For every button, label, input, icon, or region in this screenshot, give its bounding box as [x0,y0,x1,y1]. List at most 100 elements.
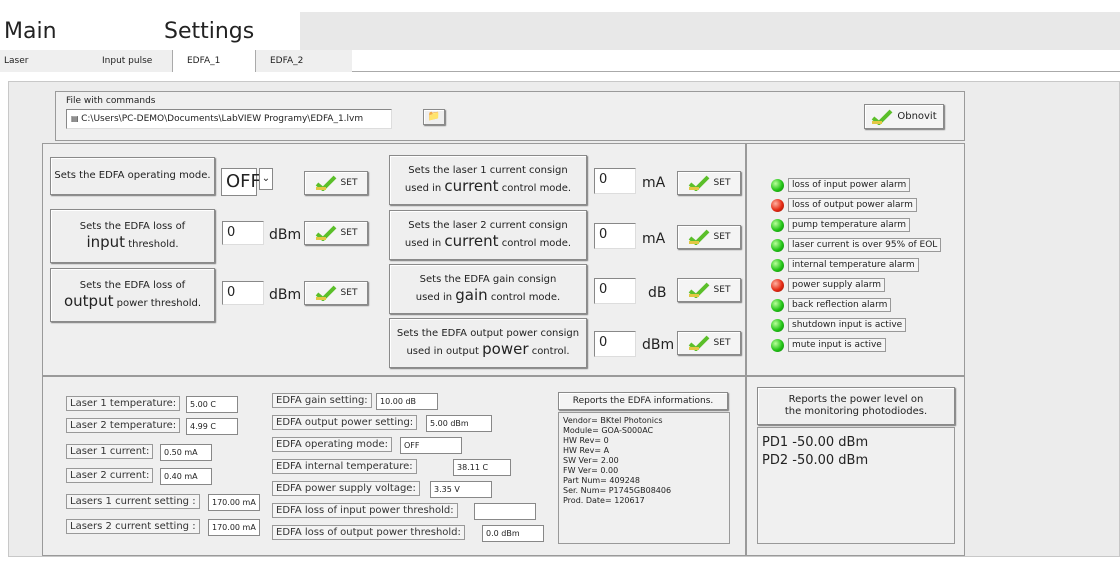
gain-line1: Sets the EDFA gain consign [419,274,557,285]
subtab-edfa-1-label: EDFA_1 [187,56,221,66]
alarm-label: power supply alarm [788,278,886,292]
output-threshold-field[interactable]: 0 [222,281,264,305]
subtab-edfa-2-label: EDFA_2 [270,56,304,66]
status-label: EDFA operating mode: [272,437,393,452]
output-power-field[interactable]: 0 [594,331,636,357]
report-power-level-button[interactable]: Reports the power level on the monitorin… [757,387,955,425]
operating-mode-select[interactable]: OFF [221,168,261,196]
check-icon [315,285,336,301]
set-laser2-current-submit[interactable]: SET [677,225,741,249]
status-label: Laser 1 temperature: [66,396,181,411]
tab-settings-label: Settings [164,19,255,44]
set-output-threshold-submit[interactable]: SET [304,281,368,305]
status-value: 170.00 mA [208,519,260,536]
set-label: SET [713,232,731,242]
tab-main[interactable]: Main [0,12,150,50]
check-icon [688,175,709,191]
output-threshold-unit: dBm [269,287,302,303]
tab-main-label: Main [4,19,57,44]
input-threshold-big: input [86,233,126,251]
laser1-current-field[interactable]: 0 [594,168,636,194]
output-power-big: power [482,340,529,358]
report-edfa-info-button[interactable]: Reports the EDFA informations. [558,392,728,410]
output-threshold-rest: power threshold. [113,298,202,309]
input-threshold-field[interactable]: 0 [222,221,264,245]
set-output-power-submit[interactable]: SET [677,331,741,355]
alarm-label: back reflection alarm [788,298,892,312]
subtab-edfa-2[interactable]: EDFA_2 [256,50,352,72]
set-op-mode-button[interactable]: SET [304,171,368,195]
status-label: Lasers 2 current setting : [66,519,200,534]
gain-unit: dB [648,285,667,301]
laser2-current-field[interactable]: 0 [594,223,636,249]
set-gain-submit[interactable]: SET [677,278,741,302]
output-threshold-value: 0 [227,285,236,300]
subtab-input-pulse[interactable]: Input pulse [88,50,172,72]
set-output-threshold-button[interactable]: Sets the EDFA loss of output power thres… [50,268,215,322]
check-icon [315,175,336,191]
browse-folder-button[interactable]: 📁 [423,109,445,125]
status-value: 170.00 mA [208,494,260,511]
operating-mode-dropdown[interactable]: ⌄ [259,168,273,190]
set-laser2-current-button[interactable]: Sets the laser 2 current consign used in… [389,210,587,260]
status-value [474,503,536,520]
status-label: EDFA gain setting: [272,393,372,408]
pd2-readout: PD2 -50.00 dBm [762,453,869,468]
subtab-input-pulse-label: Input pulse [102,56,153,66]
obnovit-label: Obnovit [897,111,937,122]
gain-big: gain [455,286,488,304]
green-led-icon [771,219,784,232]
check-icon [315,225,336,241]
gain-field[interactable]: 0 [594,278,636,304]
file-path-icon: ▤ [71,114,82,123]
green-led-icon [771,339,784,352]
set-gain-button[interactable]: Sets the EDFA gain consign used in gain … [389,264,587,314]
set-input-threshold-button[interactable]: Sets the EDFA loss of input threshold. [50,209,215,263]
status-value: 38.11 C [453,459,511,476]
file-path-value: C:\Users\PC-DEMO\Documents\LabVIEW Progr… [81,114,364,124]
gain-value: 0 [599,282,608,297]
set-label: SET [713,285,731,295]
input-threshold-rest: threshold. [125,239,179,250]
tab-settings[interactable]: Settings [150,12,300,50]
status-label: EDFA loss of input power threshold: [272,503,458,518]
set-operating-mode-button[interactable]: Sets the EDFA operating mode. [50,157,215,195]
set-label: SET [340,288,358,298]
gain-rest: control mode. [487,292,561,303]
set-laser1-current-button[interactable]: Sets the laser 1 current consign used in… [389,155,587,205]
file-path-input[interactable]: ▤ C:\Users\PC-DEMO\Documents\LabVIEW Pro… [66,109,392,129]
red-led-icon [771,279,784,292]
status-value: 4.99 C [186,418,238,435]
laser2-current-rest: control mode. [498,238,572,249]
output-power-pre: used in output [406,346,483,357]
pd1-readout: PD1 -50.00 dBm [762,435,869,450]
info-line: FW Ver= 0.00 [563,466,619,475]
file-label: File with commands [66,96,156,106]
obnovit-button[interactable]: Obnovit [864,104,944,129]
laser1-current-pre: used in [404,183,445,194]
subtab-laser[interactable]: Laser [0,50,88,72]
set-input-threshold-submit[interactable]: SET [304,221,368,245]
chevron-down-icon: ⌄ [261,173,271,184]
status-label: EDFA power supply voltage: [272,481,420,496]
subtab-edfa-1[interactable]: EDFA_1 [172,50,256,72]
set-laser1-current-submit[interactable]: SET [677,171,741,195]
check-icon [688,282,709,298]
green-led-icon [771,299,784,312]
check-icon [872,109,893,125]
alarm-label: loss of input power alarm [788,178,911,192]
laser1-current-value: 0 [599,172,608,187]
edfa-info-box: Vendor= BKtel Photonics Module= GOA-S000A… [558,412,730,544]
laser2-current-value: 0 [599,227,608,242]
input-threshold-unit: dBm [269,227,302,243]
set-output-power-button[interactable]: Sets the EDFA output power consign used … [389,318,587,368]
info-line: Vendor= BKtel Photonics [563,416,663,425]
power-button-line1: Reports the power level on [788,394,924,405]
input-threshold-value: 0 [227,225,236,240]
output-power-line1: Sets the EDFA output power consign [396,328,580,339]
set-label: SET [713,338,731,348]
status-value: 0.40 mA [160,468,212,485]
info-line: HW Rev= 0 [563,436,609,445]
info-line: HW Rev= A [563,446,610,455]
red-led-icon [771,199,784,212]
